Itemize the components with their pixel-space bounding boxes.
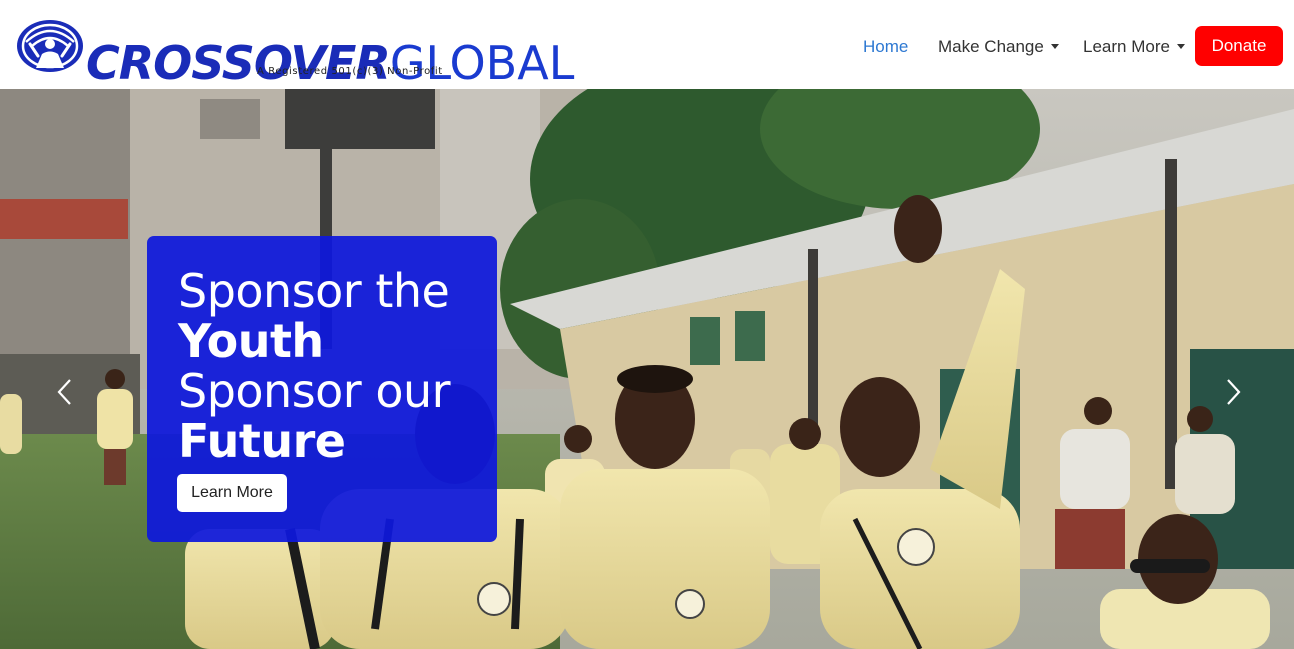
chevron-right-icon [1227, 379, 1241, 405]
chevron-left-icon [57, 379, 71, 405]
caret-down-icon [1176, 44, 1185, 49]
hero-callout-card: Sponsor the Youth Sponsor our Future Lea… [147, 236, 497, 542]
nav-learn-more-dropdown[interactable]: Learn More [1083, 36, 1185, 58]
carousel-prev-button[interactable] [49, 372, 79, 412]
brand-name-bold: CROSSOVER [86, 36, 391, 90]
hero-headline-line2: Youth [178, 314, 324, 368]
caret-down-icon [1050, 44, 1059, 49]
nav-learn-more-label: Learn More [1083, 37, 1170, 56]
site-header: CROSSOVERGLOBAL A Registered 501(c)(3) N… [0, 0, 1294, 89]
hero-carousel: Sponsor the Youth Sponsor our Future Lea… [0, 89, 1294, 649]
donate-button[interactable]: Donate [1195, 26, 1283, 66]
nav-make-change-label: Make Change [938, 37, 1044, 56]
nav-home-label: Home [863, 37, 909, 56]
brand-wordmark: CROSSOVERGLOBAL [86, 38, 574, 88]
nav-make-change-dropdown[interactable]: Make Change [938, 36, 1059, 58]
brand-name-light: GLOBAL [389, 36, 575, 90]
carousel-next-button[interactable] [1219, 372, 1249, 412]
hero-headline-line4: Future [178, 414, 346, 468]
globe-logo-icon [17, 20, 83, 72]
brand-tagline: A Registered 501(c)(3) Non-Profit [257, 66, 443, 77]
hero-headline-line3: Sponsor our [178, 364, 451, 418]
hero-learn-more-button[interactable]: Learn More [177, 474, 287, 512]
brand-logo-link[interactable]: CROSSOVERGLOBAL A Registered 501(c)(3) N… [16, 16, 574, 88]
nav-home-link[interactable]: Home [863, 36, 908, 58]
hero-headline-line1: Sponsor the [178, 264, 450, 318]
